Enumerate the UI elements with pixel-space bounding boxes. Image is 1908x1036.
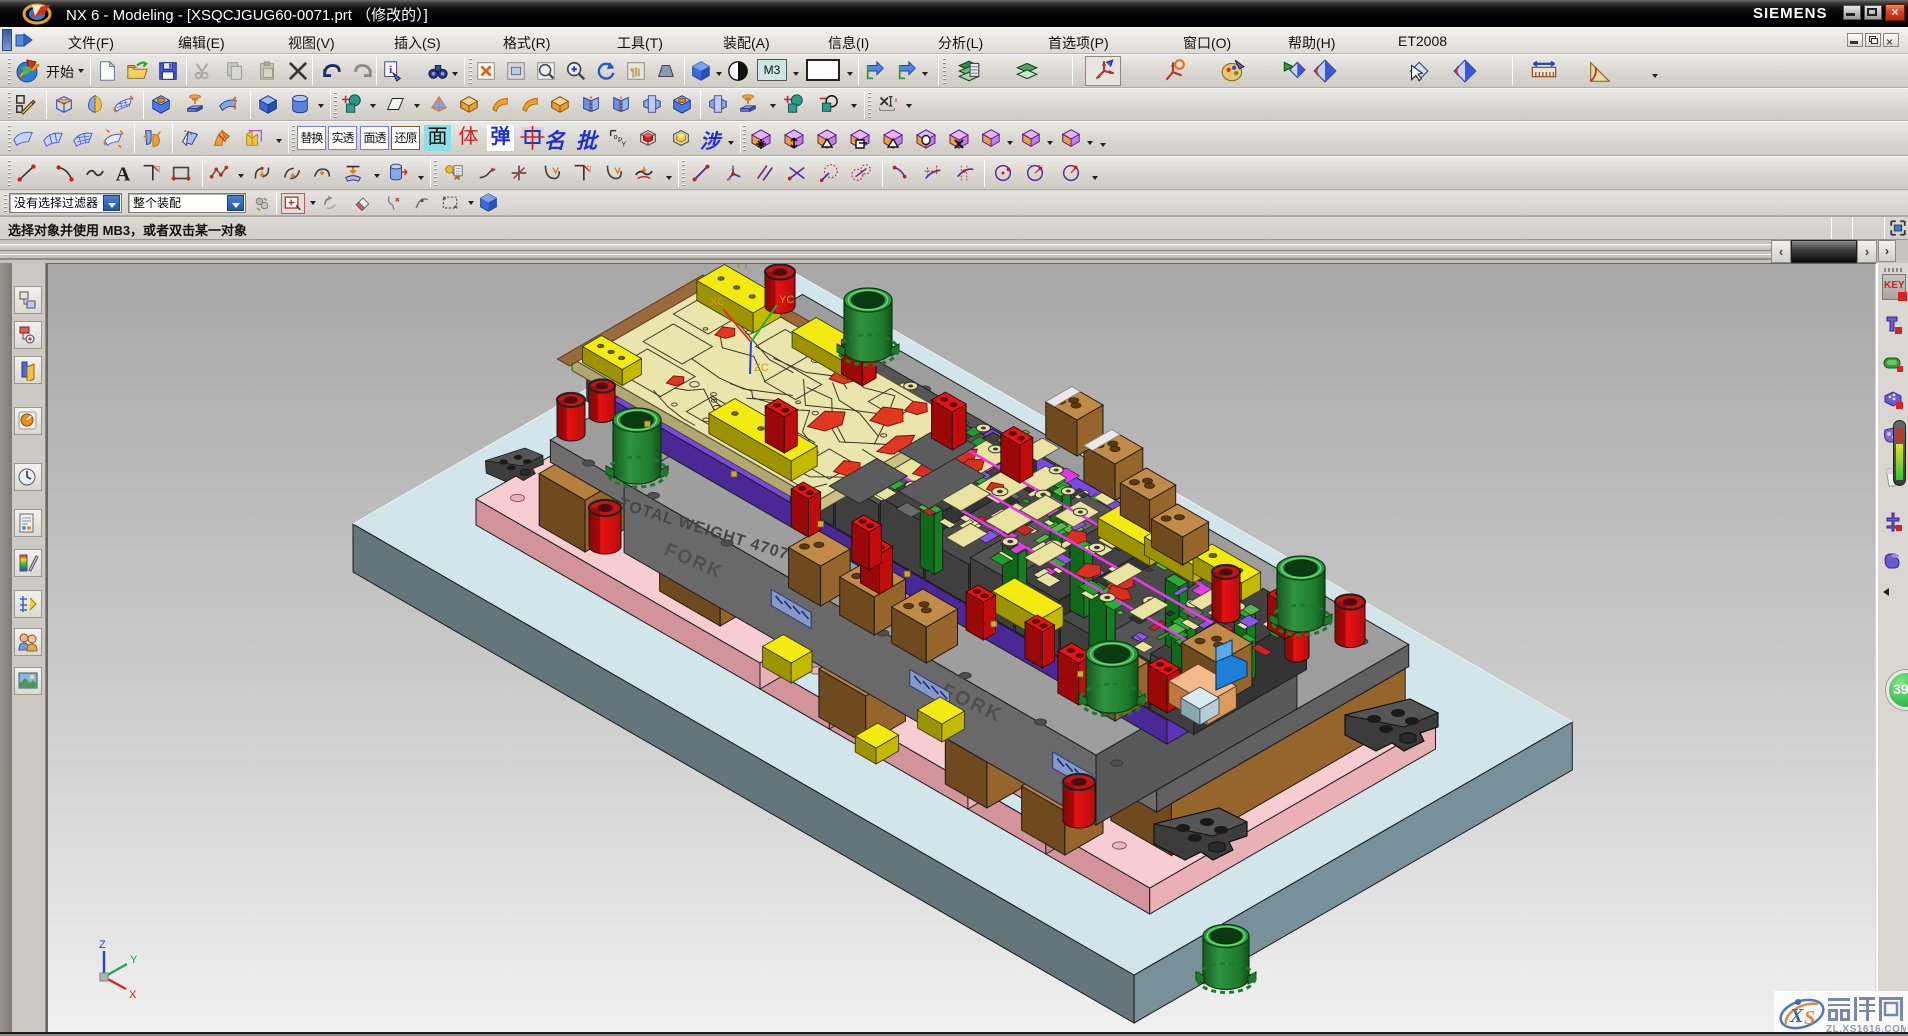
svg-text:Z: Z <box>99 939 106 951</box>
svg-text:i: i <box>389 64 392 76</box>
svg-text:Y: Y <box>735 264 743 271</box>
svg-text:X: X <box>129 989 137 1001</box>
svg-text:YC: YC <box>779 294 794 306</box>
svg-text:x: x <box>894 97 898 104</box>
svg-text:S: S <box>1804 1007 1815 1029</box>
svg-text:Y: Y <box>622 141 627 149</box>
svg-text:Y: Y <box>130 954 138 966</box>
svg-text:XC: XC <box>710 296 725 308</box>
svg-text:X: X <box>1789 1005 1804 1027</box>
svg-text:ZC: ZC <box>754 362 769 374</box>
svg-text:A: A <box>116 163 131 184</box>
